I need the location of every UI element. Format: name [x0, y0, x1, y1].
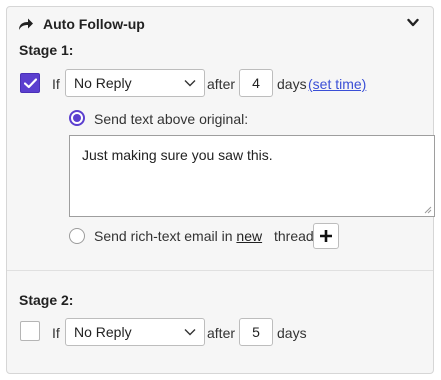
plus-icon: [320, 230, 332, 242]
send-email-label[interactable]: Send rich-text email in new thread: [94, 228, 314, 244]
chevron-down-icon: [184, 80, 196, 87]
panel-title: Auto Follow-up: [43, 16, 145, 32]
panel-header[interactable]: Auto Follow-up: [7, 7, 433, 41]
send-text-label[interactable]: Send text above original:: [94, 111, 248, 127]
auto-followup-panel: Auto Follow-up Stage 1: If No Reply afte…: [6, 6, 435, 374]
stage1-days-input[interactable]: 4: [239, 69, 273, 97]
stage1-after-label: after: [207, 76, 236, 92]
stage2-condition-select[interactable]: No Reply: [65, 318, 205, 346]
send-email-label-prefix: Send rich-text email in: [94, 228, 233, 244]
resize-grip-icon[interactable]: [424, 206, 432, 214]
share-forward-icon: [19, 18, 33, 30]
stage1-condition-select[interactable]: No Reply: [65, 69, 205, 97]
set-time-link[interactable]: (set time): [308, 76, 366, 92]
followup-message-textarea[interactable]: Just making sure you saw this.: [69, 135, 435, 217]
stage2-if-label: If: [52, 325, 60, 341]
new-thread-link[interactable]: new: [236, 228, 262, 244]
checkmark-icon: [24, 78, 37, 89]
chevron-down-icon: [184, 329, 196, 336]
chevron-down-icon[interactable]: [407, 18, 419, 28]
stage2-label: Stage 2:: [19, 292, 74, 308]
stage2-checkbox[interactable]: [20, 321, 40, 341]
followup-message-text: Just making sure you saw this.: [82, 147, 273, 163]
stage2-condition-value: No Reply: [74, 324, 132, 340]
stage1-label: Stage 1:: [19, 42, 74, 58]
send-email-label-suffix: thread: [273, 228, 314, 244]
stage2-after-label: after: [207, 325, 236, 341]
stage1-condition-value: No Reply: [74, 75, 132, 91]
stage2-days-input[interactable]: 5: [239, 318, 273, 346]
stage2-days-label: days: [277, 325, 307, 341]
stage1-days-label: days: [277, 76, 307, 92]
add-stage-button[interactable]: [313, 223, 339, 249]
stage1-checkbox[interactable]: [20, 73, 40, 93]
stage1-if-label: If: [52, 76, 60, 92]
send-email-radio[interactable]: [69, 228, 85, 244]
stage-divider: [7, 270, 433, 271]
send-text-radio[interactable]: [69, 110, 85, 126]
